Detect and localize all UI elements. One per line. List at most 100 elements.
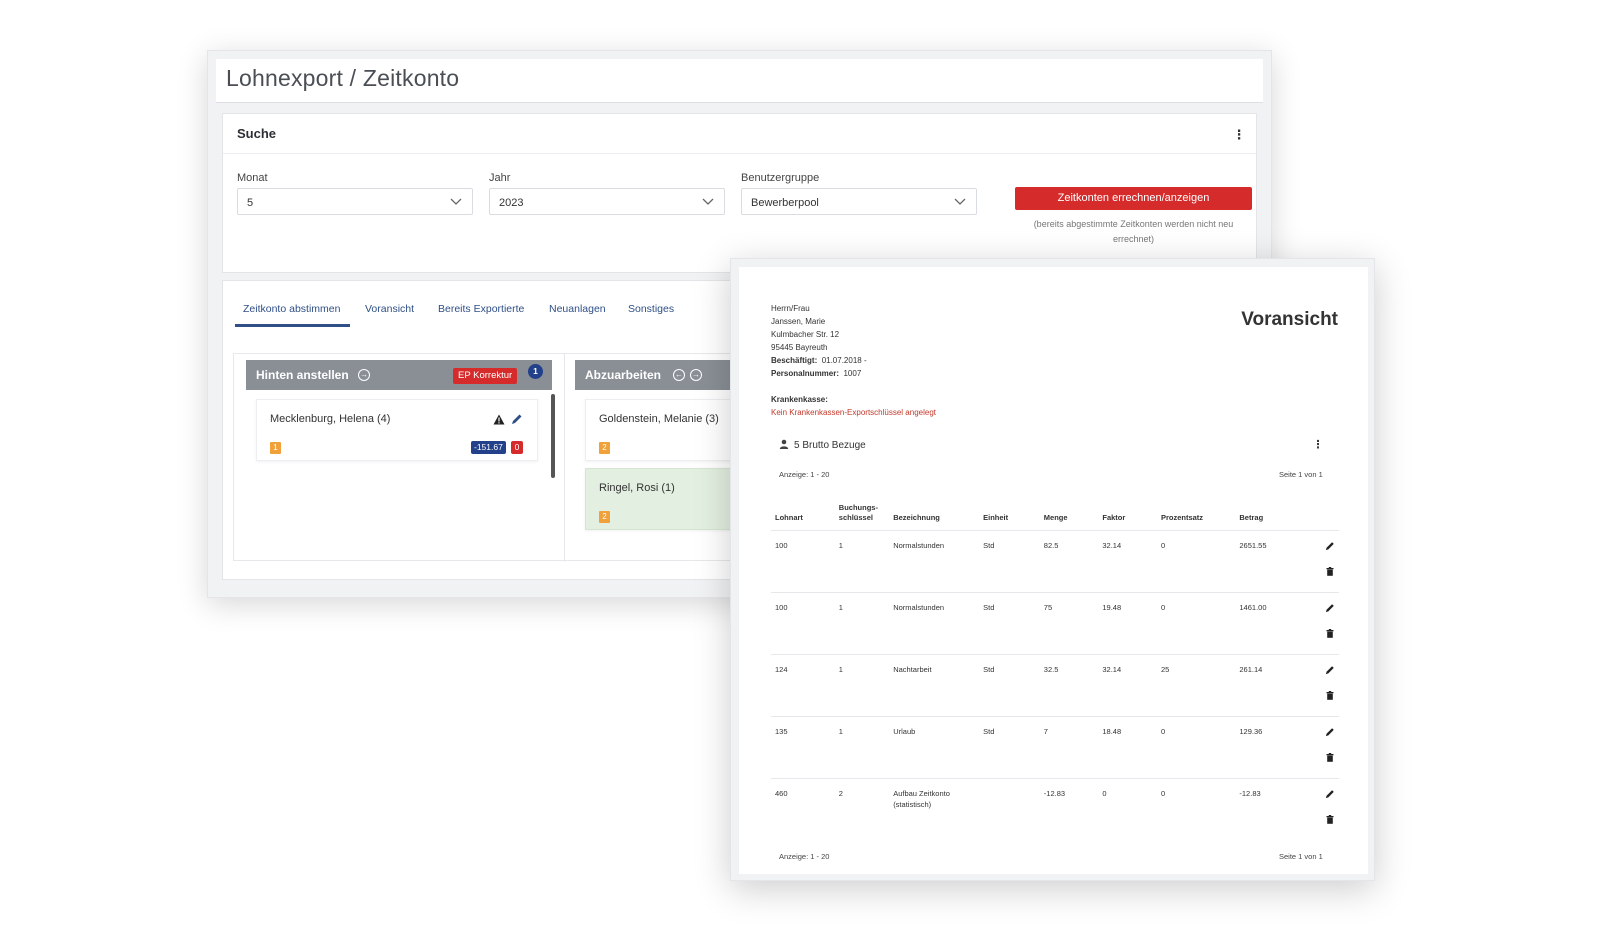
table-cell: Normalstunden bbox=[889, 530, 980, 593]
column-scrollbar[interactable] bbox=[551, 394, 555, 478]
usergroup-label: Benutzergruppe bbox=[741, 172, 820, 184]
tag-badge: 2 bbox=[599, 442, 610, 454]
table-cell: 1 bbox=[834, 716, 890, 779]
table-header-row: Lohnart Buchungs-schlüssel Bezeichnung E… bbox=[771, 503, 1339, 531]
delete-trash-icon[interactable] bbox=[1326, 815, 1334, 824]
column-header: Lohnart bbox=[771, 503, 835, 531]
table-cell: 129.36 bbox=[1235, 716, 1308, 779]
error-count-badge: 0 bbox=[511, 441, 523, 454]
table-row: 135 1 Urlaub Std 7 18.48 0 129.36 bbox=[771, 716, 1339, 779]
edit-pencil-icon[interactable] bbox=[1325, 541, 1335, 551]
employed-label: Beschäftigt: bbox=[771, 356, 818, 365]
personnel-value: 1007 bbox=[843, 369, 862, 378]
page-title: Lohnexport / Zeitkonto bbox=[226, 65, 460, 91]
table-cell: Urlaub bbox=[889, 716, 980, 779]
tab-voransicht[interactable]: Voransicht bbox=[365, 303, 414, 315]
table-cell: 0 bbox=[1156, 716, 1236, 779]
edit-pencil-icon[interactable] bbox=[1325, 665, 1335, 675]
table-cell: Normalstunden bbox=[889, 592, 980, 655]
row-actions bbox=[1307, 530, 1339, 593]
arrow-right-circle-icon[interactable]: → bbox=[358, 369, 370, 381]
employee-name: Janssen, Marie bbox=[771, 317, 826, 326]
month-label: Monat bbox=[237, 172, 268, 184]
person-name: Mecklenburg, Helena (4) bbox=[270, 413, 391, 425]
employed-value: 01.07.2018 - bbox=[821, 356, 867, 365]
month-select[interactable]: 5 bbox=[237, 188, 473, 215]
edit-pencil-icon[interactable] bbox=[1325, 789, 1335, 799]
edit-pencil-icon[interactable] bbox=[511, 413, 523, 425]
table-cell: 7 bbox=[1039, 716, 1099, 779]
ep-korrektur-badge[interactable]: EP Korrektur bbox=[453, 368, 518, 384]
table-cell: Std bbox=[979, 716, 1040, 779]
pager-info-bottom: Anzeige: 1 - 20 bbox=[779, 852, 830, 861]
insurance-warning: Kein Krankenkassen-Exportschlüssel angel… bbox=[771, 408, 936, 417]
table-cell: 0 bbox=[1156, 530, 1236, 593]
person-card-mecklenburg[interactable]: Mecklenburg, Helena (4) 1 -151.67 0 bbox=[256, 399, 538, 461]
table-cell: 82.5 bbox=[1039, 530, 1099, 593]
count-badge: 1 bbox=[528, 364, 543, 379]
table-row: 124 1 Nachtarbeit Std 32.5 32.14 25 261.14 bbox=[771, 654, 1339, 717]
delete-trash-icon[interactable] bbox=[1326, 567, 1334, 576]
table-cell: -12.83 bbox=[1043, 789, 1066, 798]
wage-lines-table: Lohnart Buchungs-schlüssel Bezeichnung E… bbox=[771, 503, 1339, 841]
user-icon bbox=[779, 439, 789, 449]
table-cell: Std bbox=[979, 592, 1040, 655]
table-cell: 1 bbox=[834, 654, 890, 717]
tab-sonstiges[interactable]: Sonstiges bbox=[628, 303, 674, 315]
year-select[interactable]: 2023 bbox=[489, 188, 725, 215]
column-header: Buchungs-schlüssel bbox=[834, 503, 890, 531]
tab-bereits-exportierte[interactable]: Bereits Exportierte bbox=[438, 303, 524, 315]
person-card-goldenstein[interactable]: Goldenstein, Melanie (3) 2 bbox=[585, 399, 735, 461]
usergroup-select[interactable]: Bewerberpool bbox=[741, 188, 977, 215]
year-label: Jahr bbox=[489, 172, 511, 184]
table-cell: 100 bbox=[771, 530, 835, 593]
table-cell: 135 bbox=[771, 716, 835, 779]
table-cell: 1 bbox=[834, 592, 890, 655]
person-card-ringel[interactable]: Ringel, Rosi (1) 2 bbox=[585, 468, 735, 530]
more-options-icon[interactable]: ⋮ bbox=[1311, 438, 1325, 452]
chevron-down-icon bbox=[954, 198, 966, 205]
column-header: Betrag bbox=[1235, 503, 1308, 531]
actions-header bbox=[1307, 503, 1339, 531]
table-cell: 0 bbox=[1156, 592, 1236, 655]
preview-title: Voransicht bbox=[1241, 309, 1338, 330]
city: 95445 Bayreuth bbox=[771, 343, 828, 352]
voransicht-window: Herrn/Frau Janssen, Marie Kulmbacher Str… bbox=[730, 258, 1375, 881]
tag-badge: 2 bbox=[599, 511, 610, 523]
column-header-abzuarbeiten: Abzuarbeiten ← → bbox=[575, 360, 735, 390]
table-cell: 2 bbox=[838, 789, 843, 798]
table-cell: 100 bbox=[771, 592, 835, 655]
arrow-left-circle-icon[interactable]: ← bbox=[673, 369, 685, 381]
address-block: Herrn/Frau Janssen, Marie Kulmbacher Str… bbox=[771, 302, 936, 419]
delete-trash-icon[interactable] bbox=[1326, 753, 1334, 762]
table-cell: 1 bbox=[834, 530, 890, 593]
arrow-right-circle-icon[interactable]: → bbox=[690, 369, 702, 381]
tag-badge: 1 bbox=[270, 442, 281, 454]
table-cell: -12.83 bbox=[1239, 789, 1261, 798]
table-cell: 32.5 bbox=[1039, 654, 1099, 717]
tab-neuanlagen[interactable]: Neuanlagen bbox=[549, 303, 606, 315]
table-cell: 2651.55 bbox=[1235, 530, 1308, 593]
more-options-icon[interactable]: ⋮ bbox=[1232, 128, 1246, 142]
insurance-label: Krankenkasse: bbox=[771, 395, 828, 404]
calculate-accounts-button[interactable]: Zeitkonten errechnen/anzeigen bbox=[1015, 187, 1252, 210]
delete-trash-icon[interactable] bbox=[1326, 691, 1334, 700]
table-row: 100 1 Normalstunden Std 82.5 32.14 0 2651.55 bbox=[771, 530, 1339, 593]
row-actions bbox=[1307, 654, 1339, 717]
person-name: Goldenstein, Melanie (3) bbox=[599, 413, 719, 425]
edit-pencil-icon[interactable] bbox=[1325, 727, 1335, 737]
delete-trash-icon[interactable] bbox=[1326, 629, 1334, 638]
column-header: Faktor bbox=[1098, 503, 1157, 531]
table-cell: 460 bbox=[775, 789, 788, 798]
table-row: 460 2 Aufbau Zeitkonto (statistisch) -12.83… bbox=[771, 779, 1339, 841]
edit-pencil-icon[interactable] bbox=[1325, 603, 1335, 613]
active-tab-indicator bbox=[235, 324, 350, 327]
tab-zeitkonto-abstimmen[interactable]: Zeitkonto abstimmen bbox=[243, 303, 340, 315]
chevron-down-icon bbox=[450, 198, 462, 205]
table-cell: 75 bbox=[1039, 592, 1099, 655]
table-cell bbox=[979, 779, 1040, 841]
column-divider bbox=[564, 354, 565, 562]
column-header: Menge bbox=[1039, 503, 1099, 531]
salutation: Herrn/Frau bbox=[771, 304, 810, 313]
column-header: Einheit bbox=[979, 503, 1040, 531]
